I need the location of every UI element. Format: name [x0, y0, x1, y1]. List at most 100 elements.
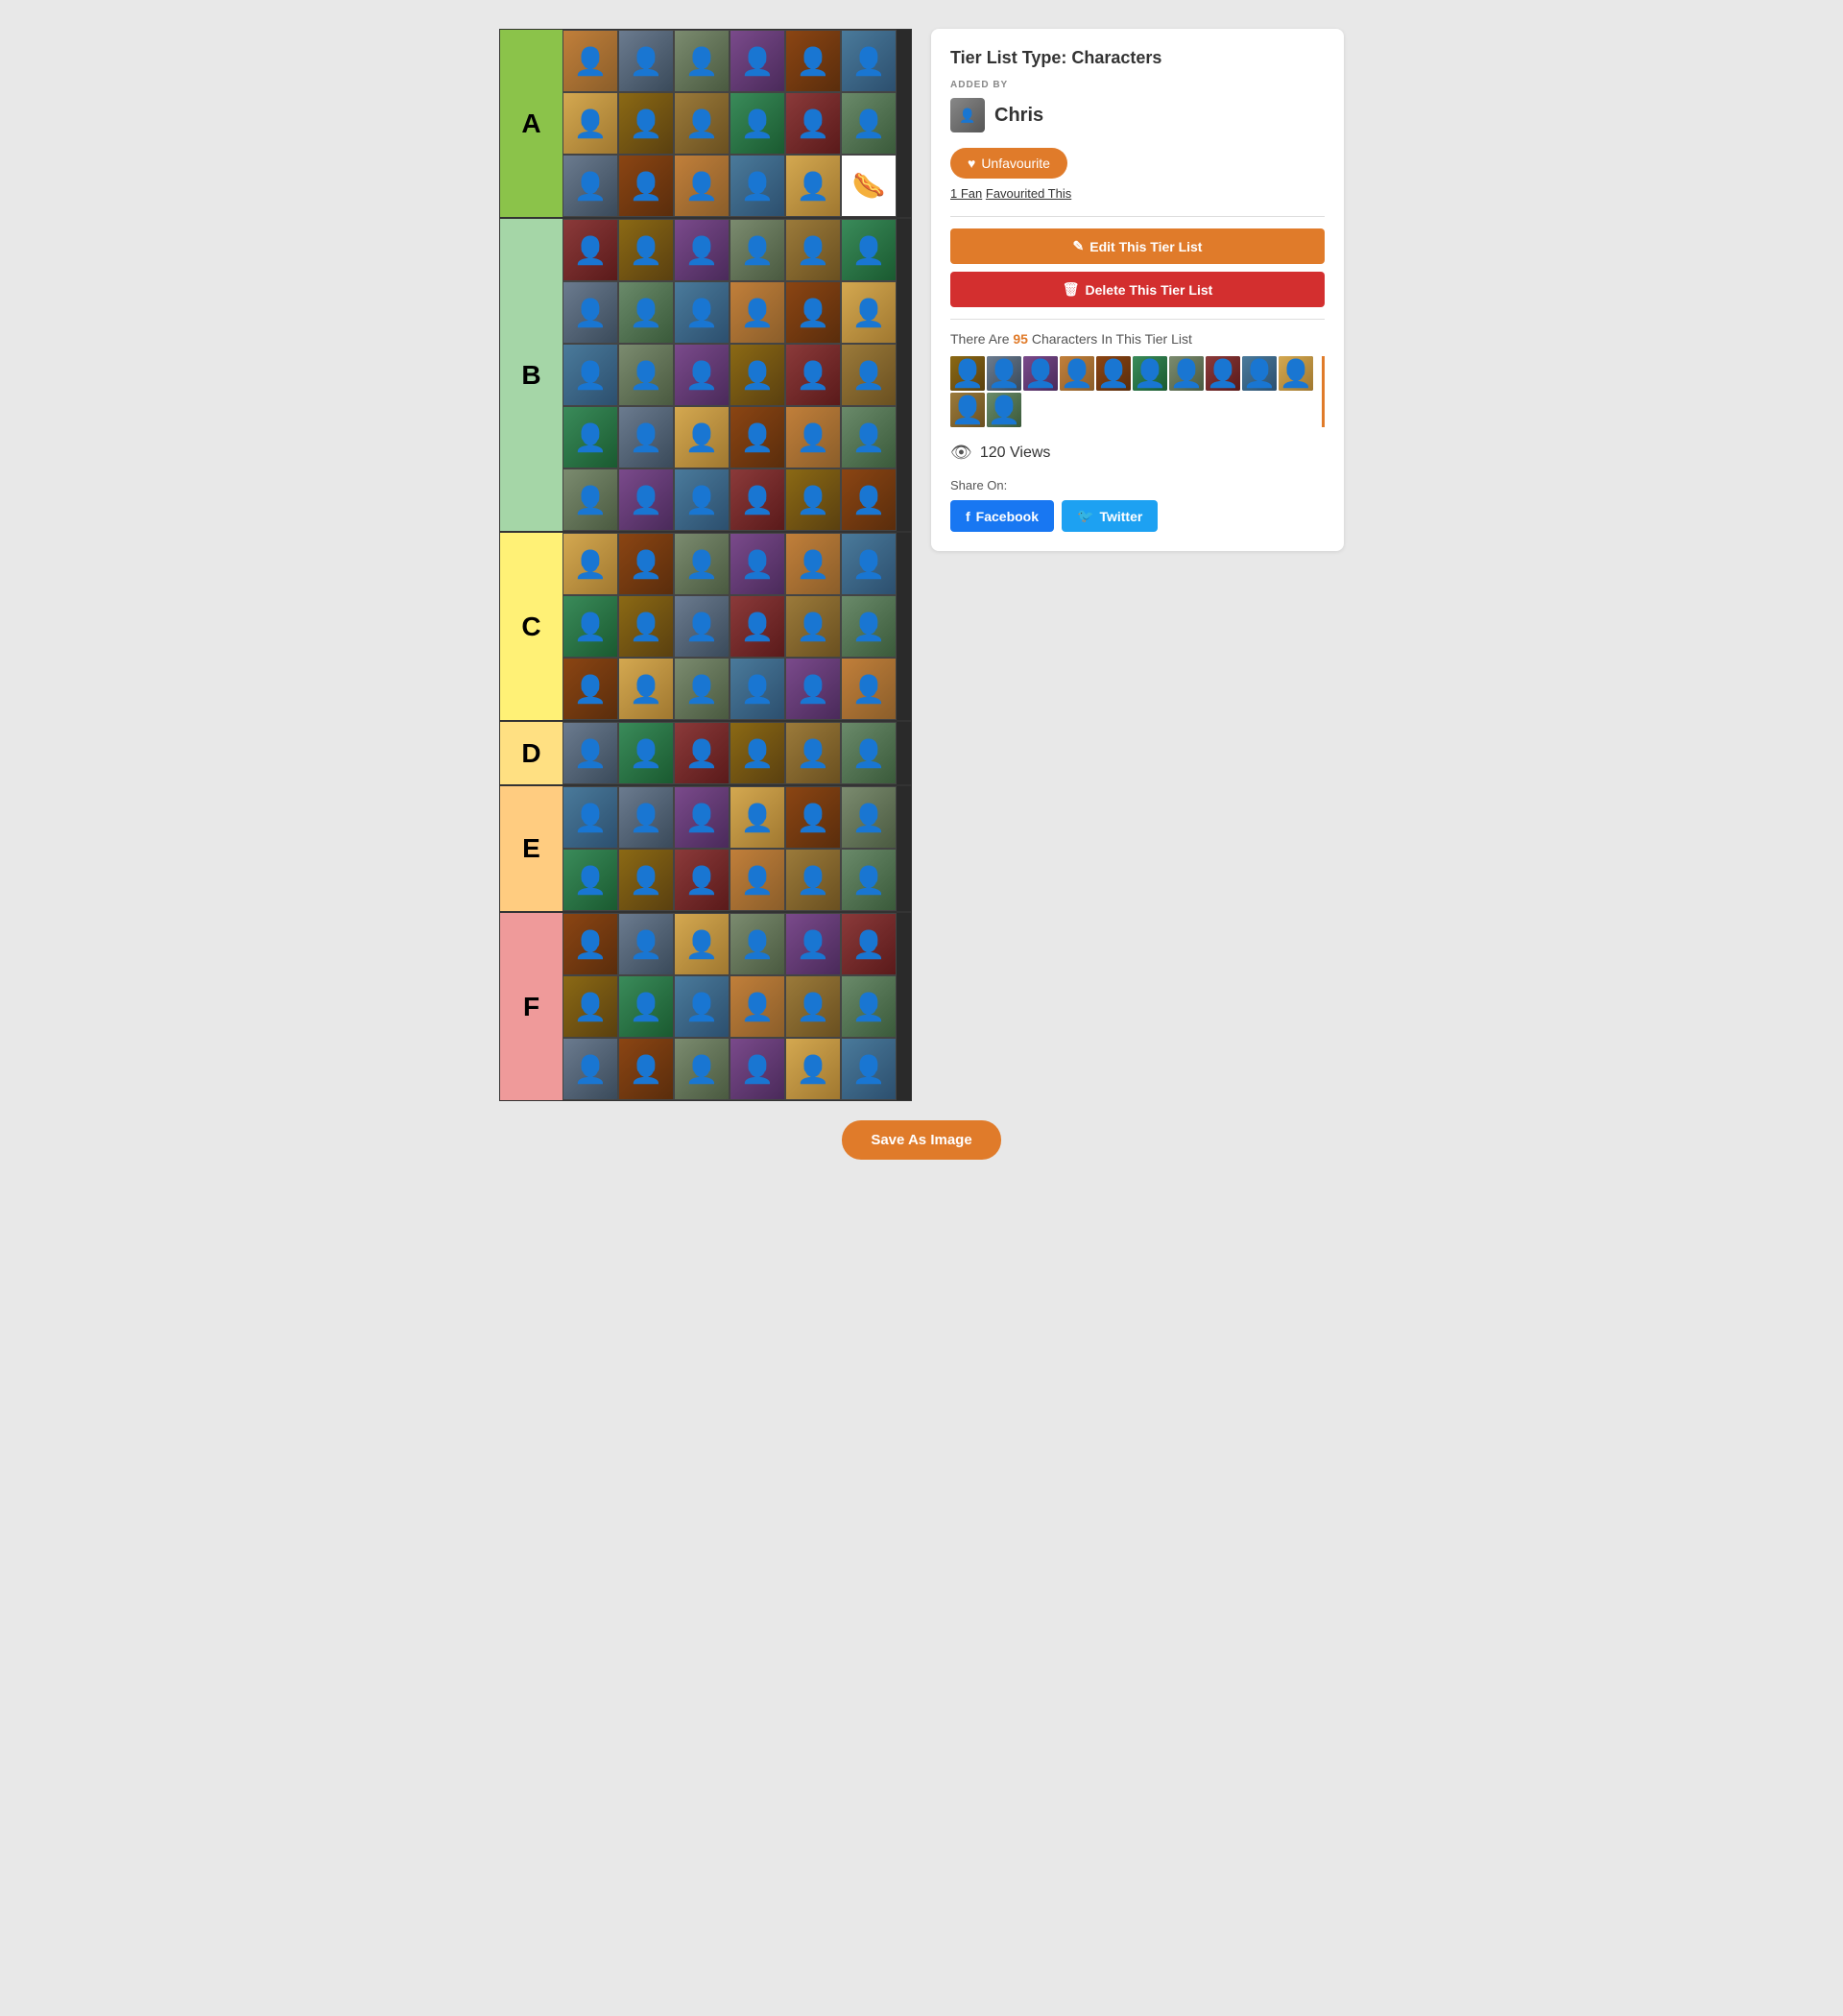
divider [950, 216, 1325, 217]
chars-count-pre: There Are [950, 331, 1013, 347]
char-cell [785, 92, 841, 155]
delete-btn-label: Delete This Tier List [1086, 282, 1213, 298]
eye-icon: 👁 [950, 443, 972, 463]
unfavourite-button[interactable]: ♥ Unfavourite [950, 148, 1067, 179]
heart-icon: ♥ [968, 156, 975, 171]
tier-row-b: B [499, 218, 912, 532]
sidebar: Tier List Type: Characters ADDED BY 👤 Ch… [931, 29, 1344, 551]
tier-label-b: B [500, 219, 562, 531]
char-cell [841, 595, 897, 658]
facebook-button[interactable]: f Facebook [950, 500, 1054, 532]
char-cell [674, 281, 730, 344]
char-cell [674, 468, 730, 531]
char-cell [841, 658, 897, 720]
share-buttons: f Facebook 🐦 Twitter [950, 500, 1325, 532]
chars-count-post: Characters In This Tier List [1028, 331, 1192, 347]
char-cell [730, 533, 785, 595]
preview-thumb [950, 356, 985, 391]
views-row: 👁 120 Views [950, 443, 1325, 463]
char-cell [730, 468, 785, 531]
char-cell [562, 344, 618, 406]
fav-count-link[interactable]: 1 Fan [950, 186, 982, 201]
chars-count-num: 95 [1013, 331, 1028, 347]
char-cell [618, 975, 674, 1038]
char-cell [674, 30, 730, 92]
avatar-icon: 👤 [959, 108, 975, 124]
char-cell [674, 344, 730, 406]
char-cell [730, 406, 785, 468]
tier-row-d: D [499, 721, 912, 785]
preview-thumb [1096, 356, 1131, 391]
tier-list-type: Tier List Type: Characters [950, 48, 1325, 68]
char-cell [785, 155, 841, 217]
char-cell [785, 30, 841, 92]
char-cell [674, 155, 730, 217]
save-as-image-button[interactable]: Save As Image [842, 1120, 1000, 1160]
char-cell [730, 1038, 785, 1100]
twitter-button[interactable]: 🐦 Twitter [1062, 500, 1158, 532]
char-cell [785, 406, 841, 468]
char-cell [674, 975, 730, 1038]
char-cell [730, 722, 785, 784]
tier-images-a: 🌭 [562, 30, 911, 217]
char-cell [785, 975, 841, 1038]
preview-thumb [987, 393, 1021, 427]
char-cell [785, 849, 841, 911]
edit-tier-list-button[interactable]: ✎ Edit This Tier List [950, 228, 1325, 264]
char-cell [841, 1038, 897, 1100]
preview-thumb [950, 393, 985, 427]
char-cell [674, 786, 730, 849]
fav-count: 1 Fan Favourited This [950, 186, 1325, 201]
tier-label-a: A [500, 30, 562, 217]
preview-thumb [987, 356, 1021, 391]
char-cell [785, 595, 841, 658]
char-cell [674, 406, 730, 468]
char-cell [618, 1038, 674, 1100]
char-cell [841, 975, 897, 1038]
tier-images-d [562, 722, 911, 784]
tier-images-c [562, 533, 911, 720]
char-cell [618, 849, 674, 911]
char-cell [785, 722, 841, 784]
char-cell [730, 595, 785, 658]
author-name: Chris [994, 105, 1043, 127]
facebook-icon: f [966, 509, 970, 524]
char-cell [618, 406, 674, 468]
char-cell [562, 155, 618, 217]
char-cell [730, 786, 785, 849]
char-cell [841, 92, 897, 155]
fav-text-2: Favourited This [986, 186, 1071, 201]
preview-thumb [1169, 356, 1204, 391]
char-cell [730, 155, 785, 217]
facebook-btn-label: Facebook [976, 509, 1039, 524]
char-cell [785, 281, 841, 344]
char-cell [674, 595, 730, 658]
char-cell [730, 975, 785, 1038]
char-cell [841, 30, 897, 92]
char-cell [730, 30, 785, 92]
tier-label-f: F [500, 913, 562, 1100]
char-cell [562, 849, 618, 911]
char-cell [618, 92, 674, 155]
delete-tier-list-button[interactable]: 🗑 Delete This Tier List [950, 272, 1325, 307]
char-cell [730, 281, 785, 344]
char-cell [841, 533, 897, 595]
char-cell [562, 468, 618, 531]
preview-thumb [1133, 356, 1167, 391]
views-count: 120 Views [980, 444, 1051, 462]
char-cell [674, 219, 730, 281]
char-cell [785, 468, 841, 531]
char-cell [841, 406, 897, 468]
char-cell [785, 219, 841, 281]
tier-images-b [562, 219, 911, 531]
char-cell [618, 913, 674, 975]
tier-images-e [562, 786, 911, 911]
tier-label-c: C [500, 533, 562, 720]
char-cell [785, 658, 841, 720]
tier-row-e: E [499, 785, 912, 912]
char-cell [618, 219, 674, 281]
char-cell [618, 533, 674, 595]
char-cell [618, 155, 674, 217]
char-cell [841, 344, 897, 406]
char-cell [562, 658, 618, 720]
